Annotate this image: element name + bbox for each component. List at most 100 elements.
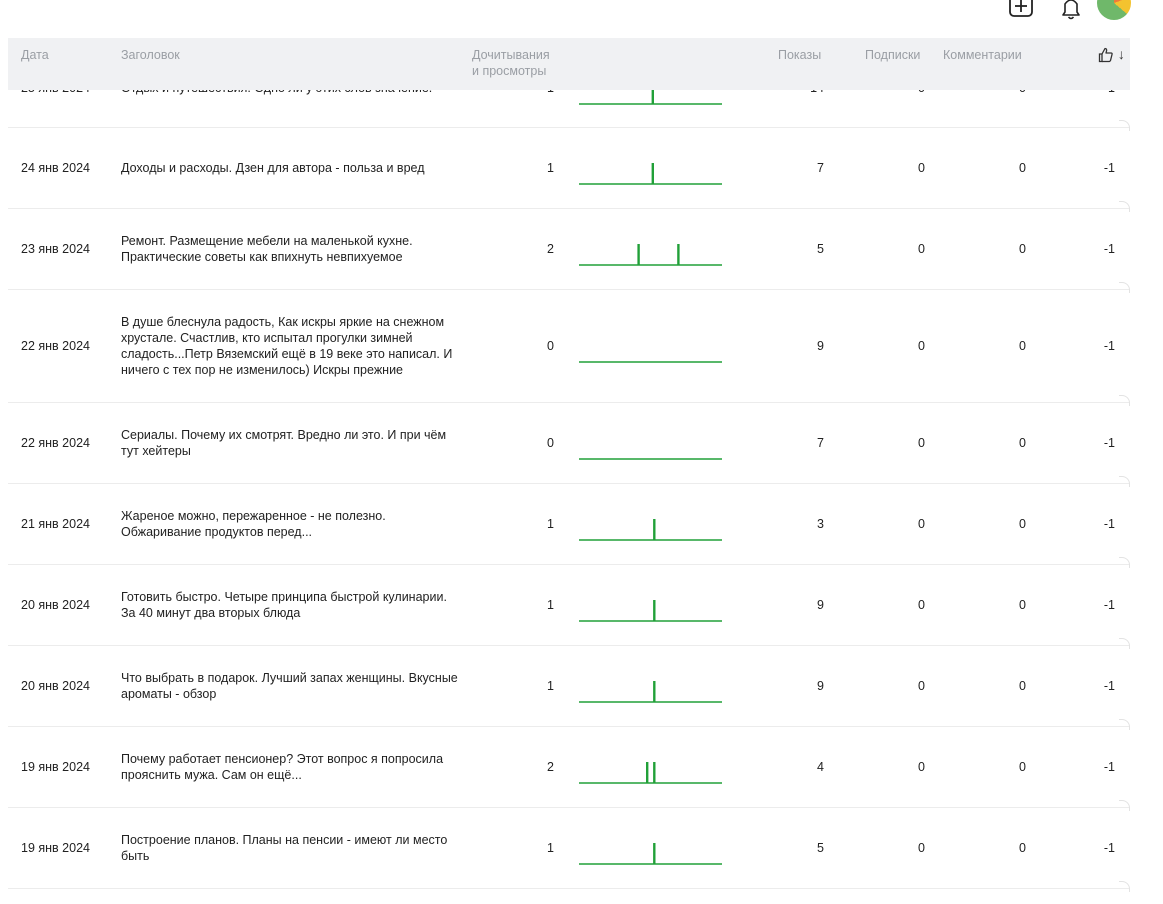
row-comments: 0 bbox=[1019, 678, 1026, 693]
row-date: 22 янв 2024 bbox=[21, 338, 90, 353]
row-views: 9 bbox=[817, 678, 824, 693]
table-row[interactable]: 24 янв 2024 Доходы и расходы. Дзен для ав… bbox=[8, 127, 1130, 212]
column-header-title[interactable]: Заголовок bbox=[121, 47, 180, 63]
row-subscriptions: 0 bbox=[918, 678, 925, 693]
row-date: 19 янв 2024 bbox=[21, 759, 90, 774]
row-reads: 1 bbox=[547, 516, 554, 531]
column-header-views[interactable]: Показы bbox=[778, 47, 821, 63]
row-comments: 0 bbox=[1019, 338, 1026, 353]
table-row[interactable]: 19 янв 2024 Почему работает пенсионер? Эт… bbox=[8, 726, 1130, 811]
sparkline bbox=[579, 518, 722, 541]
row-views: 7 bbox=[817, 435, 824, 450]
row-likes: -1 bbox=[1103, 597, 1115, 612]
column-header-date[interactable]: Дата bbox=[21, 47, 49, 63]
row-views: 5 bbox=[817, 241, 824, 256]
row-title[interactable]: Жареное можно, пережаренное - не полезно… bbox=[121, 508, 461, 540]
column-header-reads-line2: и просмотры bbox=[472, 64, 547, 78]
plus-icon[interactable] bbox=[1008, 0, 1034, 20]
row-sparkline bbox=[578, 426, 723, 460]
column-header-subscriptions[interactable]: Подписки bbox=[865, 47, 920, 63]
row-likes: -1 bbox=[1103, 516, 1115, 531]
sparkline bbox=[579, 842, 722, 865]
row-title[interactable]: Доходы и расходы. Дзен для автора - поль… bbox=[121, 160, 461, 176]
row-date: 19 янв 2024 bbox=[21, 840, 90, 855]
thumbs-up-icon bbox=[1098, 46, 1118, 63]
row-sparkline bbox=[578, 151, 723, 185]
row-sparkline bbox=[578, 669, 723, 703]
sparkline bbox=[579, 457, 722, 460]
row-sparkline bbox=[578, 329, 723, 363]
row-title[interactable]: Сериалы. Почему их смотрят. Вредно ли эт… bbox=[121, 427, 461, 459]
sparkline bbox=[579, 162, 722, 185]
table-row[interactable]: 20 янв 2024 Готовить быстро. Четыре принц… bbox=[8, 564, 1130, 649]
row-title[interactable]: Почему работает пенсионер? Этот вопрос я… bbox=[121, 751, 461, 783]
row-subscriptions: 0 bbox=[918, 435, 925, 450]
row-comments: 0 bbox=[1019, 759, 1026, 774]
column-header-reads-line1: Дочитывания bbox=[472, 48, 550, 62]
bell-icon[interactable] bbox=[1058, 0, 1084, 20]
table-row[interactable]: 19 янв 2024 Построение планов. Планы на п… bbox=[8, 807, 1130, 892]
row-reads: 0 bbox=[547, 338, 554, 353]
row-subscriptions: 0 bbox=[918, 597, 925, 612]
table-body: 25 янв 2024Отдых и путешествия. Одно ли … bbox=[0, 38, 1130, 904]
row-likes: -1 bbox=[1103, 840, 1115, 855]
row-title[interactable]: Готовить быстро. Четыре принципа быстрой… bbox=[121, 589, 461, 621]
row-date: 24 янв 2024 bbox=[21, 160, 90, 175]
row-views: 9 bbox=[817, 597, 824, 612]
row-date: 23 янв 2024 bbox=[21, 241, 90, 256]
row-subscriptions: 0 bbox=[918, 759, 925, 774]
row-views: 9 bbox=[817, 338, 824, 353]
row-subscriptions: 0 bbox=[918, 338, 925, 353]
row-sparkline bbox=[578, 831, 723, 865]
sparkline bbox=[579, 680, 722, 703]
table-row[interactable]: 23 янв 2024 Ремонт. Размещение мебели на … bbox=[8, 208, 1130, 293]
row-views: 5 bbox=[817, 840, 824, 855]
table-header: Дата Заголовок Дочитывания и просмотры П… bbox=[8, 38, 1130, 90]
row-comments: 0 bbox=[1019, 241, 1026, 256]
row-likes: -1 bbox=[1103, 678, 1115, 693]
row-title[interactable]: Построение планов. Планы на пенсии - име… bbox=[121, 832, 461, 864]
row-subscriptions: 0 bbox=[918, 241, 925, 256]
row-reads: 2 bbox=[547, 241, 554, 256]
row-likes: -1 bbox=[1103, 338, 1115, 353]
row-sparkline bbox=[578, 507, 723, 541]
row-subscriptions: 0 bbox=[918, 160, 925, 175]
column-header-comments[interactable]: Комментарии bbox=[943, 47, 1022, 63]
row-likes: -1 bbox=[1103, 241, 1115, 256]
sparkline bbox=[579, 761, 722, 784]
row-comments: 0 bbox=[1019, 840, 1026, 855]
column-header-likes[interactable]: ↓ bbox=[1098, 46, 1125, 63]
arrow-down-icon: ↓ bbox=[1117, 46, 1125, 62]
table-row[interactable]: 22 янв 2024 Сериалы. Почему их смотрят. В… bbox=[8, 402, 1130, 487]
table-row[interactable]: 22 янв 2024 В душе блеснула радость, Как … bbox=[8, 289, 1130, 406]
row-date: 20 янв 2024 bbox=[21, 678, 90, 693]
row-views: 7 bbox=[817, 160, 824, 175]
sparkline bbox=[579, 243, 722, 266]
row-likes: -1 bbox=[1103, 759, 1115, 774]
row-reads: 1 bbox=[547, 840, 554, 855]
row-corner bbox=[1119, 881, 1130, 892]
row-comments: 0 bbox=[1019, 435, 1026, 450]
row-title[interactable]: Ремонт. Размещение мебели на маленькой к… bbox=[121, 233, 461, 265]
row-title[interactable]: В душе блеснула радость, Как искры яркие… bbox=[121, 314, 461, 378]
row-reads: 0 bbox=[547, 435, 554, 450]
row-title[interactable]: Что выбрать в подарок. Лучший запах женщ… bbox=[121, 670, 461, 702]
row-sparkline bbox=[578, 750, 723, 784]
row-reads: 1 bbox=[547, 597, 554, 612]
row-views: 3 bbox=[817, 516, 824, 531]
row-date: 21 янв 2024 bbox=[21, 516, 90, 531]
row-reads: 1 bbox=[547, 678, 554, 693]
row-sparkline bbox=[578, 232, 723, 266]
row-reads: 2 bbox=[547, 759, 554, 774]
row-comments: 0 bbox=[1019, 160, 1026, 175]
row-comments: 0 bbox=[1019, 516, 1026, 531]
sparkline bbox=[579, 599, 722, 622]
row-subscriptions: 0 bbox=[918, 516, 925, 531]
row-likes: -1 bbox=[1103, 160, 1115, 175]
row-date: 20 янв 2024 bbox=[21, 597, 90, 612]
row-comments: 0 bbox=[1019, 597, 1026, 612]
column-header-reads[interactable]: Дочитывания и просмотры bbox=[472, 47, 562, 79]
table-row[interactable]: 20 янв 2024 Что выбрать в подарок. Лучший… bbox=[8, 645, 1130, 730]
table-row[interactable]: 21 янв 2024 Жареное можно, пережаренное -… bbox=[8, 483, 1130, 568]
row-views: 4 bbox=[817, 759, 824, 774]
